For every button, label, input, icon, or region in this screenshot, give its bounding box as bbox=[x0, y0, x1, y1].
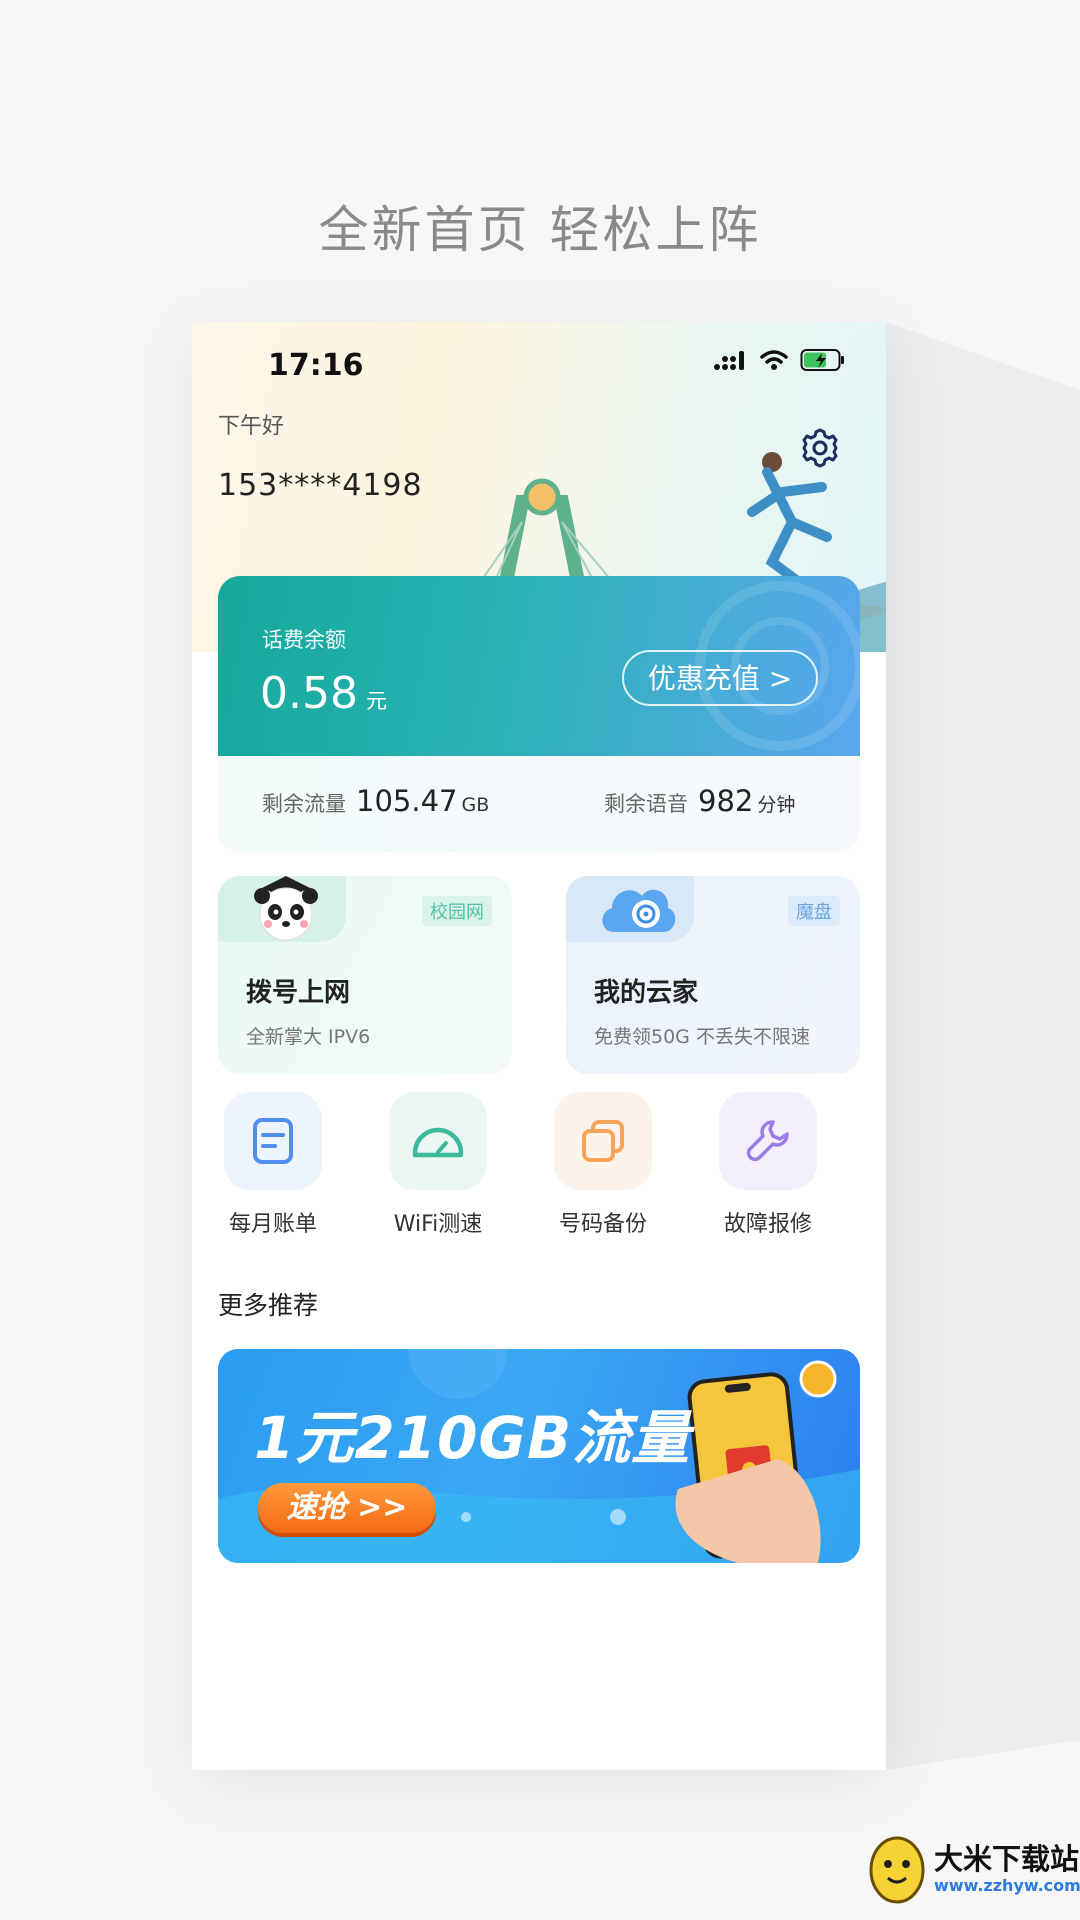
data-usage-unit: GB bbox=[461, 794, 490, 816]
quick-action-wifi[interactable]: WiFi测速 bbox=[363, 1092, 513, 1238]
quick-action-backup[interactable]: 号码备份 bbox=[528, 1092, 678, 1238]
copy-icon-bg bbox=[554, 1092, 652, 1190]
quick-action-label: 每月账单 bbox=[228, 1212, 317, 1237]
usage-strip: 剩余流量 105.47 GB 剩余语音 982 分钟 bbox=[218, 756, 860, 852]
data-usage-label: 剩余流量 bbox=[262, 792, 346, 816]
topup-button[interactable]: 优惠充值 > bbox=[622, 650, 818, 706]
balance-unit: 元 bbox=[365, 689, 387, 713]
wifi-icon bbox=[760, 350, 788, 370]
panda-icon bbox=[254, 876, 318, 941]
promo-banner[interactable]: 1元210GB流量 速抢 >> bbox=[218, 1349, 860, 1563]
balance-label: 话费余额 bbox=[262, 628, 346, 652]
quick-action-label: WiFi测速 bbox=[393, 1212, 483, 1237]
service-subtitle: 免费领50G 不丢失不限速 bbox=[594, 1026, 810, 1048]
balance-value: 0.58 bbox=[260, 668, 358, 719]
bill-icon bbox=[253, 1118, 293, 1164]
battery-icon bbox=[800, 349, 844, 371]
signal-icon bbox=[714, 351, 744, 370]
banner-grab-button[interactable]: 速抢 >> bbox=[258, 1483, 436, 1533]
greeting-text: 下午好 bbox=[218, 414, 285, 439]
voice-usage[interactable]: 剩余语音 982 分钟 bbox=[604, 784, 795, 818]
site-watermark: 大米下载站 www.zzhyw.com bbox=[864, 1822, 1080, 1912]
service-title: 我的云家 bbox=[594, 978, 699, 1008]
voice-usage-label: 剩余语音 bbox=[604, 792, 688, 816]
voice-usage-unit: 分钟 bbox=[757, 794, 796, 816]
service-card-dialup[interactable]: 校园网 拨号上网 全新掌大 IPV6 bbox=[218, 876, 512, 1074]
status-icons bbox=[714, 348, 846, 372]
status-time: 17:16 bbox=[268, 348, 364, 383]
data-usage[interactable]: 剩余流量 105.47 GB bbox=[262, 784, 489, 818]
quick-action-label: 故障报修 bbox=[723, 1212, 812, 1237]
phone-number: 153****4198 bbox=[218, 468, 423, 503]
balance-card[interactable]: 话费余额 0.58 元 优惠充值 > bbox=[218, 576, 860, 756]
quick-action-label: 号码备份 bbox=[558, 1212, 647, 1237]
service-subtitle: 全新掌大 IPV6 bbox=[246, 1026, 371, 1048]
quick-action-repair[interactable]: 故障报修 bbox=[693, 1092, 843, 1238]
service-card-cloud[interactable]: 魔盘 我的云家 免费领50G 不丢失不限速 bbox=[566, 876, 860, 1074]
speedometer-icon-bg bbox=[389, 1092, 487, 1190]
watermark-url: www.zzhyw.com bbox=[934, 1876, 1080, 1895]
service-tag: 校园网 bbox=[422, 896, 492, 926]
watermark-name: 大米下载站 bbox=[934, 1842, 1080, 1876]
banner-title: 1元210GB流量 bbox=[254, 1404, 691, 1472]
copy-icon bbox=[582, 1120, 624, 1162]
wrench-icon-bg bbox=[719, 1092, 817, 1190]
phone-screen: 17:16 下午好 153****4198 话费余额 0.58 元 优惠充值 >… bbox=[192, 322, 886, 1770]
service-title: 拨号上网 bbox=[246, 978, 351, 1008]
wrench-icon bbox=[746, 1120, 789, 1162]
quick-action-bill[interactable]: 每月账单 bbox=[198, 1092, 348, 1238]
service-tag: 魔盘 bbox=[788, 896, 840, 926]
voice-usage-value: 982 bbox=[698, 784, 754, 818]
data-usage-value: 105.47 bbox=[356, 784, 458, 818]
gear-icon[interactable] bbox=[798, 426, 842, 470]
mascot-logo bbox=[869, 1836, 925, 1904]
promo-title: 全新首页 轻松上阵 bbox=[318, 201, 762, 259]
cloud-disk-icon bbox=[602, 889, 676, 932]
recommend-title: 更多推荐 bbox=[218, 1291, 319, 1320]
bill-icon-bg bbox=[224, 1092, 322, 1190]
balance-amount: 0.58 元 bbox=[260, 668, 387, 719]
speedometer-icon bbox=[412, 1127, 464, 1158]
